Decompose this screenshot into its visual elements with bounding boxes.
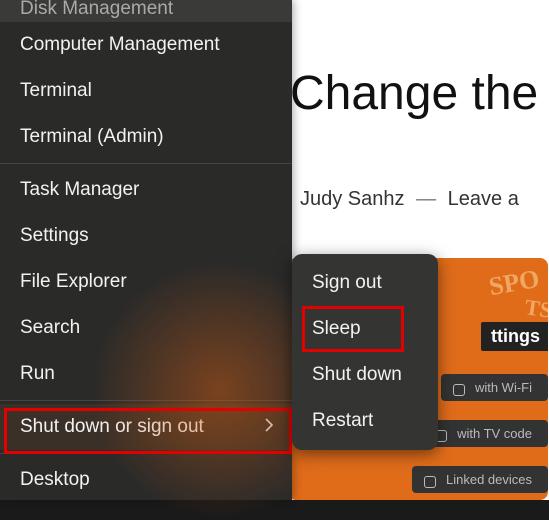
settings-row: with Wi-Fi [441,374,548,401]
menu-item-file-explorer[interactable]: File Explorer [0,259,292,305]
settings-card-label: ttings [481,322,548,351]
menu-item-desktop[interactable]: Desktop [0,457,292,503]
comment-cta[interactable]: Leave a [448,188,519,210]
author-name: Judy Sanhz [300,188,405,210]
menu-item-run[interactable]: Run [0,351,292,397]
submenu-item-restart[interactable]: Restart [292,398,438,444]
settings-row: Linked devices [412,466,548,493]
menu-item-search[interactable]: Search [0,305,292,351]
menu-item-terminal-admin[interactable]: Terminal (Admin) [0,114,292,160]
winx-context-menu: Disk Management Computer Management Term… [0,0,292,500]
chevron-right-icon [264,416,274,438]
menu-separator [0,400,292,401]
submenu-item-sleep[interactable]: Sleep [292,306,438,352]
shutdown-submenu: Sign out Sleep Shut down Restart [292,254,438,450]
page-heading: Change the [290,66,538,121]
byline-separator: — [416,188,436,210]
menu-separator [0,453,292,454]
menu-item-terminal[interactable]: Terminal [0,68,292,114]
submenu-item-signout[interactable]: Sign out [292,260,438,306]
menu-item-disk-management[interactable]: Disk Management [0,0,292,22]
menu-item-computer-management[interactable]: Computer Management [0,22,292,68]
menu-item-shutdown-signout[interactable]: Shut down or sign out [0,404,292,450]
menu-item-settings[interactable]: Settings [0,213,292,259]
menu-item-task-manager[interactable]: Task Manager [0,167,292,213]
decorative-text: TS [523,294,548,323]
submenu-item-shutdown[interactable]: Shut down [292,352,438,398]
byline: Judy Sanhz — Leave a [300,188,519,211]
menu-item-label: Shut down or sign out [20,416,204,438]
menu-separator [0,163,292,164]
settings-row: with TV code [423,420,548,447]
